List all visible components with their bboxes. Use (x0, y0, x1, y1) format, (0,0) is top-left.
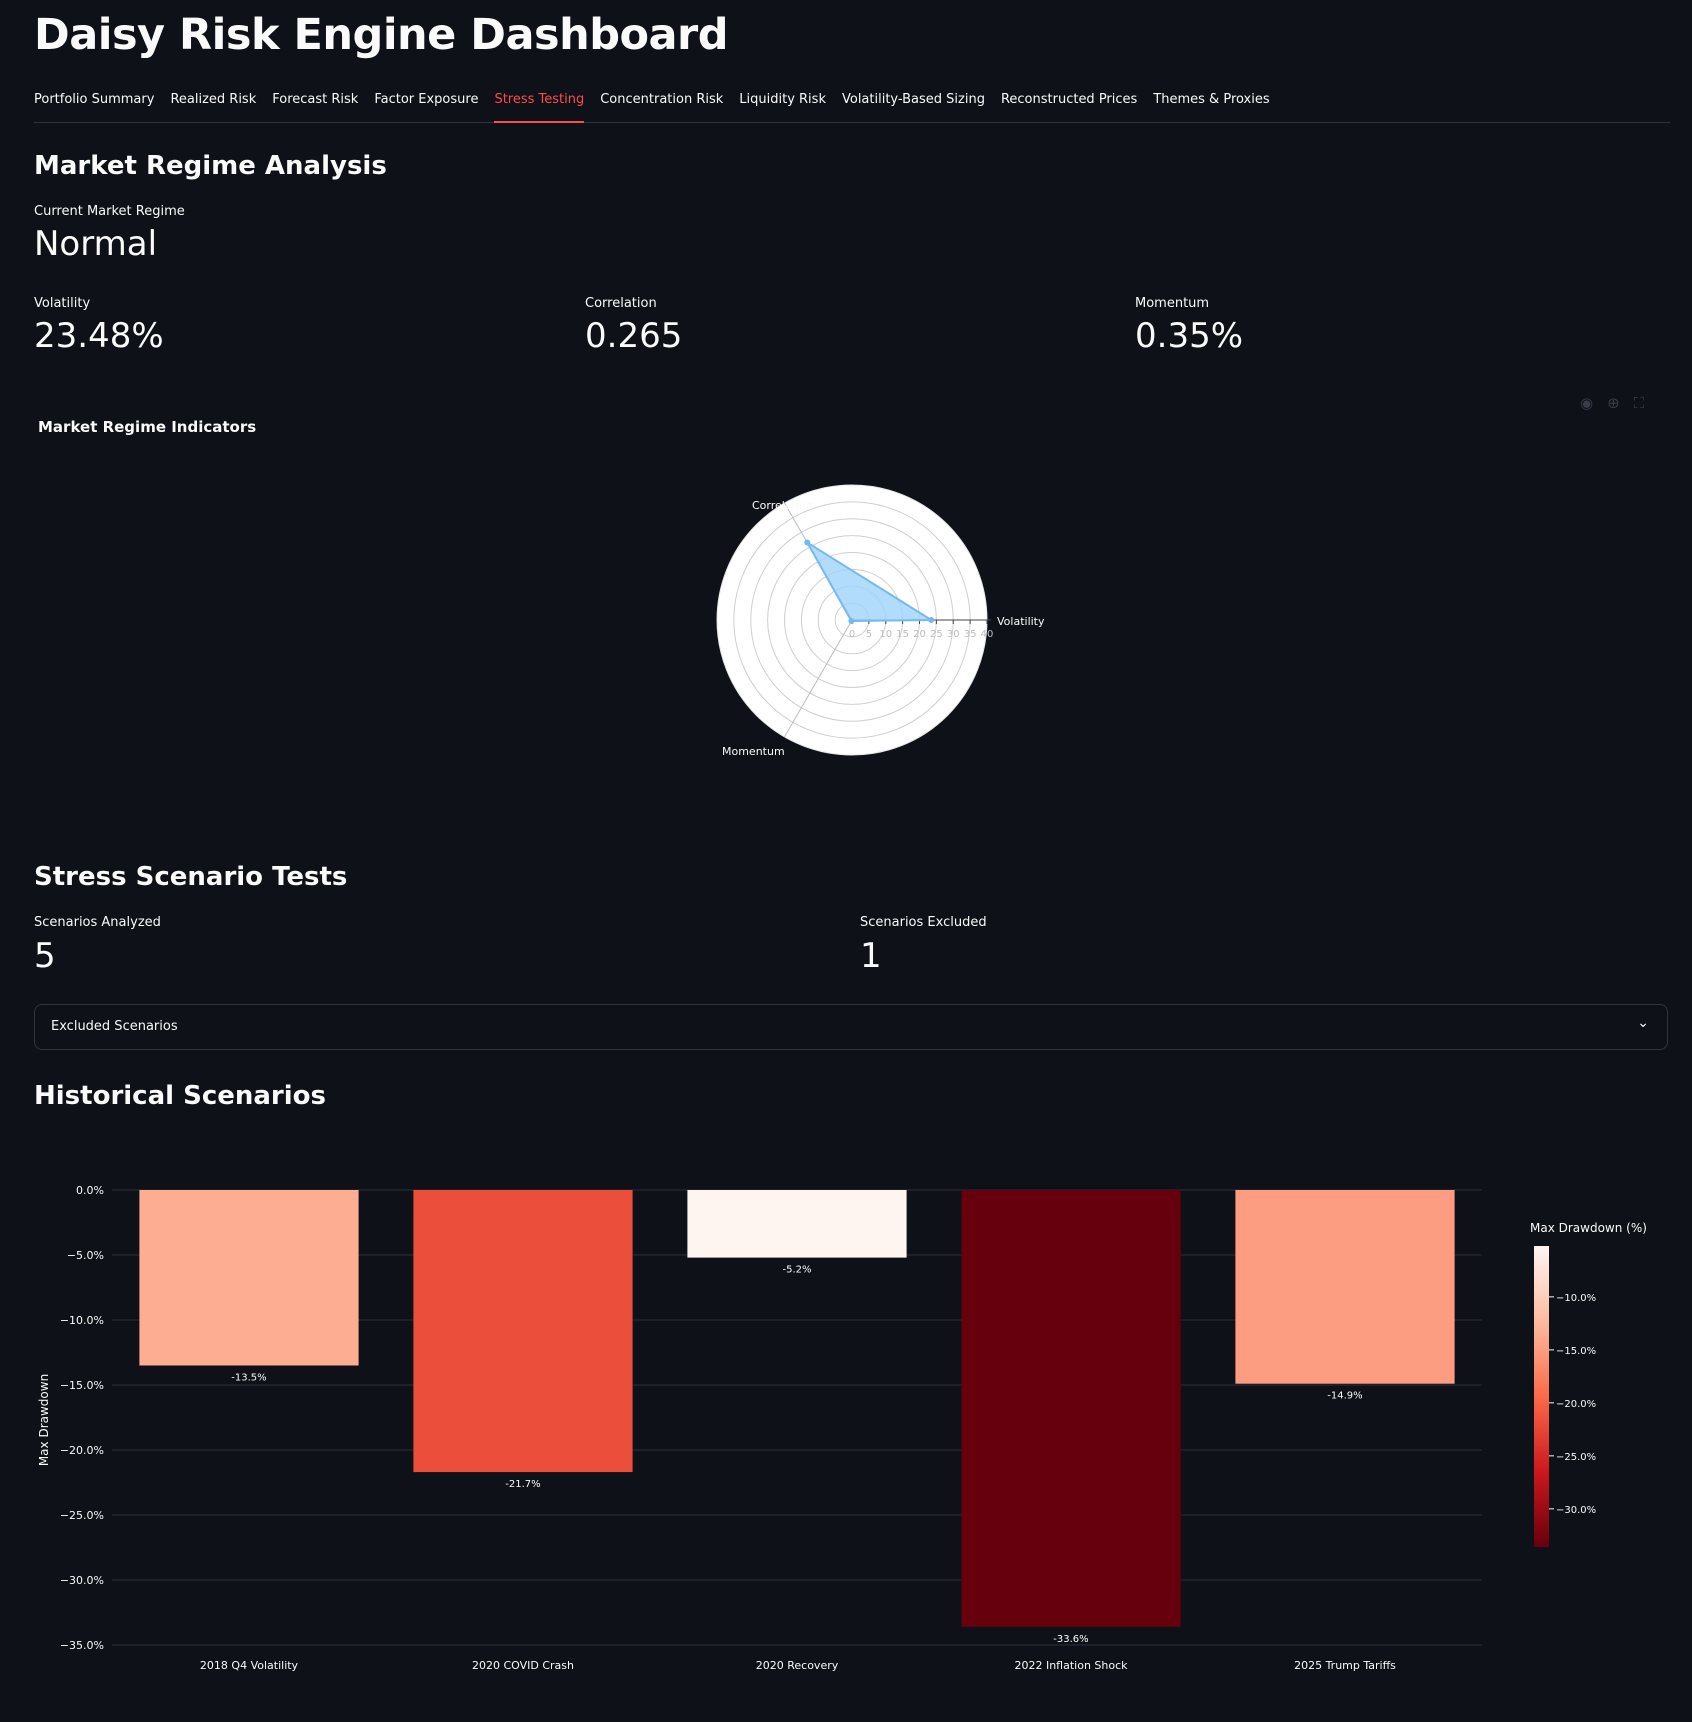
current-regime-value: Normal (34, 224, 158, 264)
radial-tick-label: 10 (879, 629, 892, 640)
colorbar-title: Max Drawdown (%) (1530, 1221, 1647, 1235)
colorbar-tick-label: −20.0% (1556, 1399, 1596, 1410)
colorbar-tick-label: −25.0% (1556, 1452, 1596, 1463)
y-tick-label: 0.0% (76, 1184, 104, 1197)
bar (413, 1190, 633, 1473)
tab-reconstructed-prices[interactable]: Reconstructed Prices (1001, 86, 1137, 121)
y-tick-label: −30.0% (60, 1574, 104, 1587)
radial-tick-label: 15 (896, 629, 909, 640)
section-heading-historical: Historical Scenarios (34, 1081, 326, 1111)
y-tick-label: −10.0% (60, 1314, 104, 1327)
x-tick-label: 2025 Trump Tariffs (1294, 1659, 1396, 1672)
radar-point-volatility (928, 617, 935, 623)
bar-series: -13.5% -21.7% -5.2% -33.6% -14.9% (139, 1190, 1455, 1645)
bar (1235, 1190, 1455, 1384)
x-tick-label: 2020 Recovery (756, 1659, 839, 1672)
tab-portfolio-summary[interactable]: Portfolio Summary (34, 86, 154, 121)
expander-label: Excluded Scenarios (51, 1019, 178, 1034)
momentum-value: 0.35% (1135, 316, 1244, 356)
y-tick-label: −20.0% (60, 1444, 104, 1457)
bar (961, 1190, 1181, 1627)
fullscreen-icon[interactable]: ⛶ (1634, 394, 1645, 412)
bar-data-label: -13.5% (231, 1373, 266, 1384)
bar-x-tick-labels: 2018 Q4 Volatility 2020 COVID Crash 2020 R… (200, 1659, 1396, 1672)
y-axis-label: Max Drawdown (37, 1374, 51, 1466)
radar-point-correlation (804, 539, 811, 546)
section-heading-regime: Market Regime Analysis (34, 151, 387, 181)
tab-factor-exposure[interactable]: Factor Exposure (374, 86, 478, 121)
scenarios-excluded-value: 1 (860, 936, 882, 976)
tab-liquidity-risk[interactable]: Liquidity Risk (739, 86, 826, 121)
colorbar-tick-label: −30.0% (1556, 1505, 1596, 1516)
scenarios-excluded-label: Scenarios Excluded (860, 915, 987, 930)
colorbar-gradient (1534, 1246, 1549, 1547)
volatility-label: Volatility (34, 296, 91, 311)
radial-tick-label: 5 (866, 629, 872, 640)
colorbar-tick-label: −15.0% (1556, 1346, 1596, 1357)
correlation-value: 0.265 (585, 316, 683, 356)
radial-tick-label: 40 (981, 629, 994, 640)
volatility-value: 23.48% (34, 316, 164, 356)
historical-bar-chart: 0.0% −5.0% −10.0% −15.0% −20.0% −25.0% −30.0% −… (37, 1184, 1647, 1672)
radar-axis-label-volatility: Volatility (997, 615, 1045, 628)
radial-tick-label: 20 (913, 629, 926, 640)
y-tick-label: −5.0% (67, 1249, 104, 1262)
momentum-label: Momentum (1135, 296, 1210, 311)
excluded-scenarios-expander[interactable]: Excluded Scenarios ⌄ (34, 1004, 1668, 1050)
radar-axis-label-correlation: Correlation (752, 499, 813, 512)
x-tick-label: 2020 COVID Crash (472, 1659, 574, 1672)
y-tick-label: −15.0% (60, 1379, 104, 1392)
x-tick-label: 2018 Q4 Volatility (200, 1659, 299, 1672)
radar-point-momentum (848, 618, 855, 625)
chevron-down-icon: ⌄ (1637, 1015, 1649, 1031)
page-title: Daisy Risk Engine Dashboard (34, 10, 729, 60)
correlation-label: Correlation (585, 296, 657, 311)
x-tick-label: 2022 Inflation Shock (1014, 1659, 1128, 1672)
radar-chart-title: Market Regime Indicators (38, 418, 257, 436)
tab-bar: Portfolio Summary Realized Risk Forecast… (34, 86, 1670, 123)
radial-tick-label: 30 (947, 629, 960, 640)
bar (687, 1190, 907, 1258)
radial-tick-label: 0 (849, 629, 855, 640)
scenarios-analyzed-label: Scenarios Analyzed (34, 915, 161, 930)
radar-axis-label-momentum: Momentum (722, 745, 785, 758)
section-heading-stress: Stress Scenario Tests (34, 862, 348, 892)
colorbar-tick-label: −10.0% (1556, 1293, 1596, 1304)
tab-stress-testing[interactable]: Stress Testing (494, 86, 585, 123)
radial-tick-label: 35 (964, 629, 977, 640)
zoom-icon[interactable]: ⊕ (1607, 394, 1620, 412)
current-regime-label: Current Market Regime (34, 204, 185, 219)
chart-toolbar: ◉ ⊕ ⛶ (1580, 394, 1644, 412)
bar-y-tick-labels: 0.0% −5.0% −10.0% −15.0% −20.0% −25.0% −30.0% −… (60, 1184, 104, 1652)
radial-tick-label: 25 (930, 629, 943, 640)
y-tick-label: −35.0% (60, 1639, 104, 1652)
tab-volatility-based-sizing[interactable]: Volatility-Based Sizing (842, 86, 985, 121)
bar-data-label: -33.6% (1053, 1634, 1088, 1645)
y-tick-label: −25.0% (60, 1509, 104, 1522)
tab-realized-risk[interactable]: Realized Risk (170, 86, 256, 121)
bar-data-label: -14.9% (1327, 1391, 1362, 1402)
bar-data-label: -21.7% (505, 1479, 540, 1490)
scenarios-analyzed-value: 5 (34, 936, 56, 976)
bar (139, 1190, 359, 1366)
tab-forecast-risk[interactable]: Forecast Risk (272, 86, 358, 121)
tab-concentration-risk[interactable]: Concentration Risk (600, 86, 723, 121)
colorbar: Max Drawdown (%) −10.0% −15.0% −20.0% −25.0%… (1530, 1221, 1647, 1547)
radar-chart: 0 5 10 15 20 25 30 35 40 Volatility Correlation Mo… (716, 484, 1045, 758)
bar-data-label: -5.2% (782, 1265, 811, 1276)
tab-themes-proxies[interactable]: Themes & Proxies (1153, 86, 1269, 121)
camera-icon[interactable]: ◉ (1580, 394, 1593, 412)
